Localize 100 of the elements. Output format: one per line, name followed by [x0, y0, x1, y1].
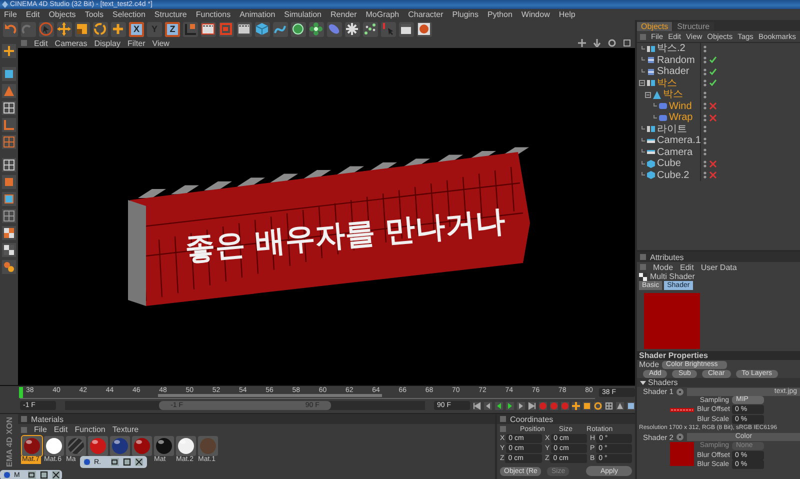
checker-icon[interactable] — [2, 243, 16, 257]
undo-icon[interactable] — [3, 22, 18, 36]
object-name[interactable]: 박스 — [657, 78, 677, 89]
cube-icon[interactable] — [255, 22, 270, 36]
menu-item[interactable]: Edit — [54, 425, 68, 434]
collapse-icon[interactable] — [645, 92, 651, 98]
restore-icon[interactable] — [28, 471, 36, 479]
scale-key-icon[interactable] — [583, 402, 591, 410]
material-swatch-icon[interactable] — [176, 436, 196, 456]
menu-item[interactable]: User Data — [700, 262, 737, 272]
menu-item[interactable]: Help — [558, 10, 576, 19]
material-swatch-icon[interactable] — [66, 436, 86, 456]
clapperboard-icon[interactable] — [201, 22, 216, 36]
visibility-dots-icon[interactable] — [703, 125, 707, 134]
visibility-dots-icon[interactable] — [703, 102, 707, 110]
record-icon[interactable] — [539, 402, 547, 410]
visibility-dots-icon[interactable] — [703, 44, 707, 53]
move-icon[interactable] — [57, 22, 72, 36]
menu-item[interactable]: Render — [330, 10, 357, 19]
move-icon[interactable] — [2, 44, 16, 58]
snowflake-icon[interactable] — [345, 22, 360, 36]
restore-icon[interactable] — [111, 458, 119, 466]
menu-item[interactable]: Cameras — [54, 38, 88, 48]
record-icon[interactable] — [550, 402, 558, 410]
object-name[interactable]: Camera.1 — [657, 135, 701, 146]
visibility-dots-icon[interactable] — [703, 114, 707, 122]
object-name[interactable]: Wind — [669, 100, 692, 112]
skip-end-icon[interactable] — [528, 402, 536, 410]
panel-handle-icon[interactable] — [640, 34, 646, 40]
particles-icon[interactable] — [363, 22, 378, 36]
material-swatch-icon[interactable] — [44, 436, 64, 456]
menu-item[interactable]: Edit — [26, 10, 40, 19]
square-tool-icon[interactable] — [2, 175, 16, 189]
object-name[interactable]: Camera — [657, 146, 693, 158]
menu-item[interactable]: File — [34, 425, 47, 434]
grid-tool-icon[interactable] — [2, 209, 16, 223]
check-icon[interactable] — [709, 68, 717, 76]
plus-icon[interactable] — [111, 22, 126, 36]
rotate-key-icon[interactable] — [594, 402, 602, 410]
spline-icon[interactable] — [273, 22, 288, 36]
move-key-icon[interactable] — [572, 402, 580, 410]
object-name[interactable]: Cube.2 — [657, 170, 690, 181]
collapse-icon[interactable] — [639, 80, 645, 86]
corner-tool-icon[interactable] — [2, 118, 16, 132]
playhead-marker[interactable] — [19, 386, 23, 398]
record-icon[interactable] — [561, 402, 569, 410]
redo-icon[interactable] — [21, 22, 36, 36]
grid-tool-icon[interactable] — [2, 158, 16, 172]
panel-tab[interactable]: Structure — [673, 22, 714, 31]
expand-arrow-icon[interactable] — [640, 380, 646, 386]
cross-icon[interactable] — [709, 171, 717, 180]
dots-icon[interactable] — [2, 260, 16, 274]
visibility-dots-icon[interactable] — [703, 79, 707, 88]
menu-item[interactable]: Texture — [112, 425, 139, 434]
menu-item[interactable]: Mode — [653, 262, 674, 272]
object-name[interactable]: 박스.2 — [657, 43, 686, 54]
object-name[interactable]: Wrap — [669, 112, 693, 124]
close-icon[interactable] — [52, 471, 60, 479]
menu-item[interactable]: Objects — [48, 10, 76, 19]
object-name[interactable]: Cube — [657, 158, 681, 170]
ball-icon[interactable] — [291, 22, 306, 36]
menu-item[interactable]: Structure — [154, 10, 187, 19]
visibility-dots-icon[interactable] — [703, 171, 707, 180]
step-back-icon[interactable] — [484, 402, 492, 410]
table-icon[interactable] — [399, 22, 414, 36]
menu-item[interactable]: Functions — [196, 10, 231, 19]
round-button-icon[interactable] — [676, 433, 684, 441]
menu-item[interactable]: Plugins — [452, 10, 478, 19]
skip-start-icon[interactable] — [473, 402, 481, 410]
checker-icon[interactable] — [2, 226, 16, 240]
grid-key-icon[interactable] — [605, 402, 613, 410]
play-icon[interactable] — [506, 402, 514, 410]
cross-icon[interactable] — [709, 102, 717, 110]
grid-tool-icon[interactable] — [2, 101, 16, 115]
cross-icon[interactable] — [709, 160, 717, 168]
scale-icon[interactable] — [75, 22, 90, 36]
clapperboard-icon[interactable] — [237, 22, 252, 36]
flower-icon[interactable] — [309, 22, 324, 36]
menu-item[interactable]: View — [152, 38, 170, 48]
maximize-icon[interactable] — [123, 458, 131, 466]
object-name[interactable]: 라이트 — [657, 124, 687, 135]
maximize-icon[interactable] — [40, 471, 48, 479]
square-tool-icon[interactable] — [2, 192, 16, 206]
grid-tool-icon[interactable] — [2, 135, 16, 149]
menu-item[interactable]: Edit — [34, 38, 48, 48]
menu-item[interactable]: Character — [408, 10, 444, 19]
menu-item[interactable]: Filter — [127, 38, 146, 48]
rotate-icon[interactable] — [93, 22, 108, 36]
round-button-icon[interactable] — [676, 388, 684, 396]
object-name[interactable]: 박스 — [663, 89, 683, 100]
help-pointer-icon[interactable] — [381, 22, 396, 36]
rotate-view-icon[interactable] — [608, 39, 616, 47]
square-tool-icon[interactable] — [2, 67, 16, 81]
material-swatch-icon[interactable] — [88, 436, 108, 456]
triangle-tool-icon[interactable] — [2, 84, 16, 98]
material-swatch-icon[interactable] — [132, 436, 152, 456]
window-icon[interactable] — [627, 402, 635, 410]
menu-item[interactable]: MoGraph — [366, 10, 400, 19]
menu-item[interactable]: Simulation — [284, 10, 322, 19]
menu-item[interactable]: Animation — [240, 10, 276, 19]
